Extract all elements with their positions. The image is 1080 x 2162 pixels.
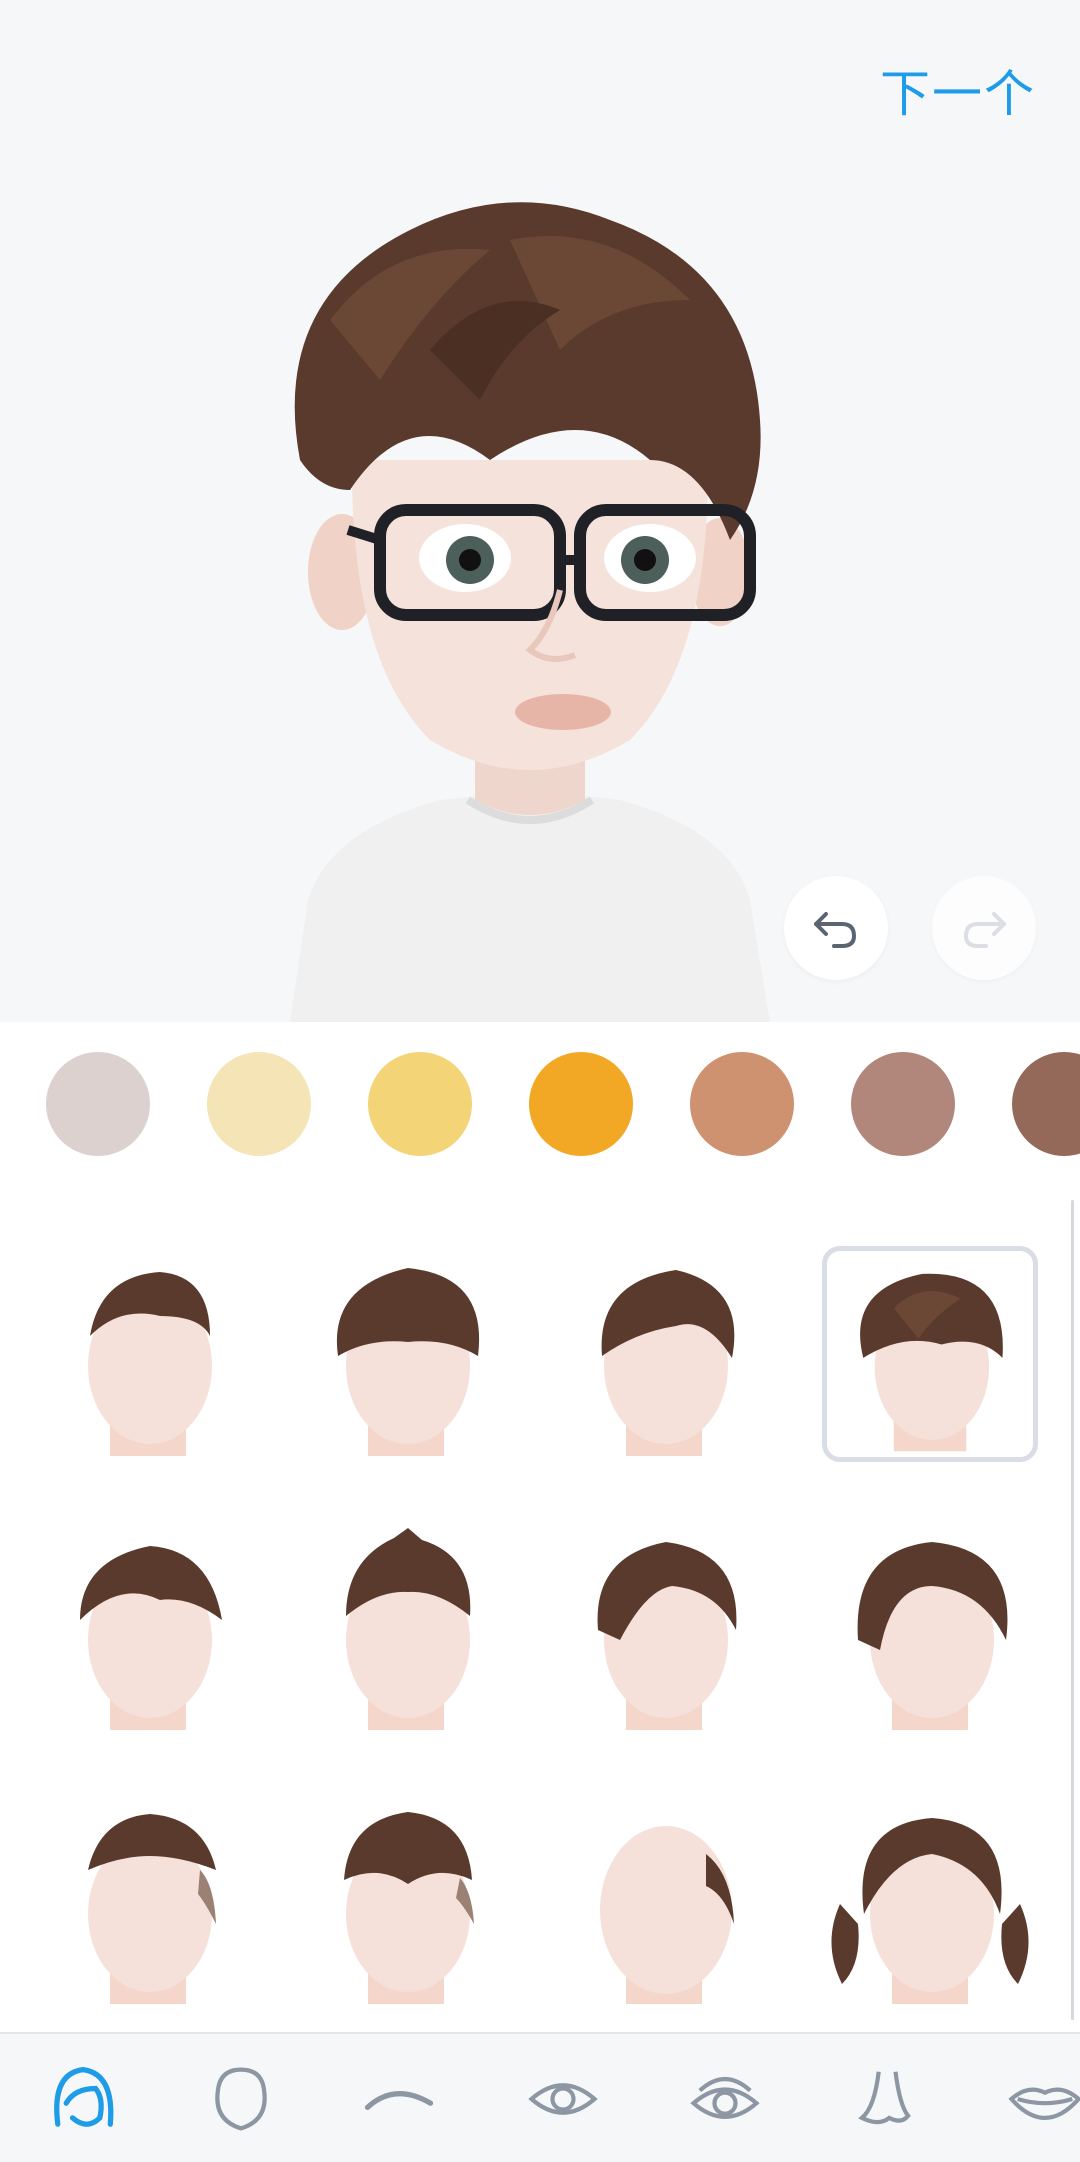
next-button[interactable]: 下一个 [880, 54, 1036, 126]
lips-icon [1008, 2087, 1080, 2121]
hairstyle-option[interactable] [556, 1794, 772, 2010]
hairstyle-thumb-icon [346, 1528, 471, 1730]
avatar-preview: 下一个 [0, 0, 1080, 1022]
swatch-copper[interactable] [690, 1052, 794, 1156]
tab-nose[interactable] [840, 2054, 930, 2144]
hairstyle-thumb-icon [860, 1273, 1003, 1452]
redo-icon [963, 912, 1006, 948]
hairstyle-option[interactable] [556, 1520, 772, 1736]
tab-eyebrow[interactable] [354, 2054, 444, 2144]
swatch-brown[interactable] [1012, 1052, 1080, 1156]
swatch-orange[interactable] [529, 1052, 633, 1156]
tab-hair[interactable] [38, 2054, 128, 2144]
hairstyle-thumb-icon [80, 1546, 222, 1730]
eye-icon [528, 2083, 598, 2115]
face-shape-icon [215, 2067, 267, 2131]
hairstyle-thumb-icon [831, 1818, 1029, 2004]
hairstyle-thumb-icon [88, 1814, 216, 2004]
hairstyle-thumb-icon [597, 1542, 737, 1730]
hairstyle-scrollbar[interactable] [1071, 1200, 1074, 2020]
hairstyle-option[interactable] [822, 1794, 1038, 2010]
undo-icon [814, 912, 857, 948]
hairstyle-thumb-icon [600, 1826, 734, 2004]
hairstyle-option-selected[interactable] [822, 1246, 1038, 1462]
hairstyle-thumb-icon [344, 1812, 474, 2004]
nose-icon [858, 2071, 911, 2125]
tab-eye[interactable] [518, 2054, 608, 2144]
tab-eye-detail[interactable] [680, 2054, 770, 2144]
swatch-yellow[interactable] [368, 1052, 472, 1156]
avatar-3d-preview [290, 202, 770, 1022]
hair-color-swatches [0, 1022, 1080, 1202]
hairstyle-thumb-icon [857, 1542, 1008, 1730]
hairstyle-option[interactable] [298, 1246, 514, 1462]
hairstyle-option[interactable] [822, 1520, 1038, 1736]
hairstyle-option[interactable] [556, 1246, 772, 1462]
undo-button[interactable] [784, 876, 888, 980]
tab-face-shape[interactable] [196, 2054, 286, 2144]
swatch-light-gray[interactable] [46, 1052, 150, 1156]
eyebrow-icon [364, 2091, 434, 2111]
redo-button[interactable] [932, 876, 1036, 980]
tab-lips[interactable] [1000, 2054, 1080, 2144]
hairstyle-grid [0, 1200, 1080, 2032]
hairstyle-thumb-icon [601, 1270, 735, 1456]
hairstyle-option[interactable] [40, 1246, 256, 1462]
hairstyle-option[interactable] [40, 1794, 256, 2010]
hairstyle-option[interactable] [298, 1794, 514, 2010]
hairstyle-thumb-icon [88, 1272, 212, 1456]
hairstyle-option[interactable] [298, 1520, 514, 1736]
swatch-cream[interactable] [207, 1052, 311, 1156]
swatch-mocha[interactable] [851, 1052, 955, 1156]
hairstyle-thumb-icon [336, 1268, 480, 1456]
feature-tabbar [0, 2032, 1080, 2162]
hair-icon [54, 2066, 114, 2127]
eye-detail-icon [690, 2076, 760, 2119]
hairstyle-option[interactable] [40, 1520, 256, 1736]
